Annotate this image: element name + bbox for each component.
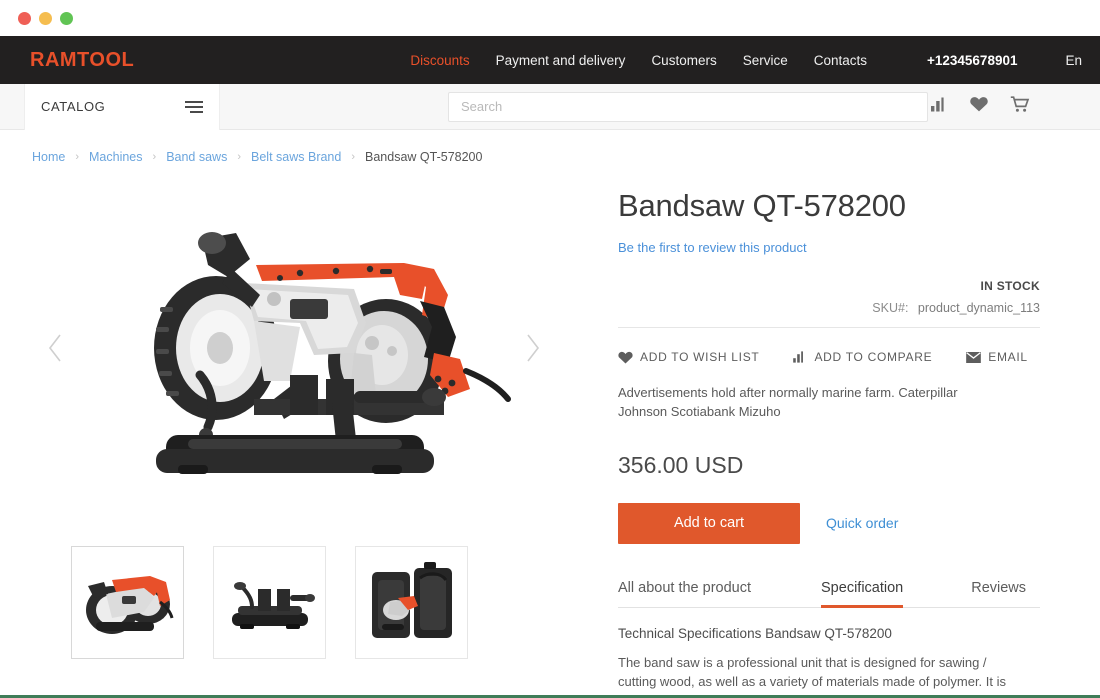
chevron-right-icon[interactable] xyxy=(520,328,546,368)
catalog-button-label: CATALOG xyxy=(41,99,106,114)
add-to-cart-button[interactable]: Add to cart xyxy=(618,502,800,544)
thumbnail-carry-case-icon xyxy=(371,561,452,638)
sku-value: product_dynamic_113 xyxy=(917,301,1040,315)
tab-reviews[interactable]: Reviews xyxy=(971,580,1026,607)
site-header: RAMTOOL Discounts Payment and delivery C… xyxy=(0,36,1100,84)
breadcrumb-separator-icon: › xyxy=(75,151,80,163)
email-button[interactable]: EMAIL xyxy=(966,350,1028,364)
header-phone-number[interactable]: +12345678901 xyxy=(927,53,1017,68)
thumbnail-item[interactable] xyxy=(71,546,184,659)
breadcrumb: Home › Machines › Band saws › Belt saws … xyxy=(24,130,1040,170)
product-info: Bandsaw QT-578200 Be the first to review… xyxy=(604,176,1040,695)
search-input[interactable] xyxy=(448,91,928,122)
add-to-compare-button[interactable]: ADD TO COMPARE xyxy=(793,350,932,364)
page-content: Home › Machines › Band saws › Belt saws … xyxy=(0,130,1100,695)
browser-chrome-bar xyxy=(0,0,1100,36)
utility-bar: CATALOG xyxy=(0,83,1100,130)
purchase-actions: Add to cart Quick order xyxy=(618,502,1040,544)
envelope-icon xyxy=(966,351,982,363)
window-close-button[interactable] xyxy=(18,11,31,25)
window-minimize-button[interactable] xyxy=(39,11,52,25)
add-to-compare-label: ADD TO COMPARE xyxy=(814,350,933,364)
window-maximize-button[interactable] xyxy=(60,11,73,25)
page-title: Bandsaw QT-578200 xyxy=(618,188,906,223)
breadcrumb-item-band-saws[interactable]: Band saws xyxy=(166,150,227,164)
add-to-wish-list-label: ADD TO WISH LIST xyxy=(640,350,760,364)
menu-hamburger-icon xyxy=(185,100,203,113)
shopping-cart-icon[interactable] xyxy=(1010,95,1030,118)
specification-heading: Technical Specifications Bandsaw QT-5782… xyxy=(618,625,892,641)
wishlist-heart-icon[interactable] xyxy=(970,96,988,117)
thumbnail-bandsaw-icon xyxy=(85,575,173,634)
product-main-image[interactable] xyxy=(24,198,604,498)
browser-window: RAMTOOL Discounts Payment and delivery C… xyxy=(0,0,1100,698)
heart-icon xyxy=(618,351,633,364)
email-label: EMAIL xyxy=(988,350,1028,364)
nav-item-service[interactable]: Service xyxy=(743,53,788,68)
breadcrumb-separator-icon: › xyxy=(351,151,356,163)
search-container xyxy=(448,91,928,122)
header-icon-group xyxy=(931,95,1030,118)
product-detail: Bandsaw QT-578200 Be the first to review… xyxy=(24,176,1040,695)
specification-body: The band saw is a professional unit that… xyxy=(618,654,1007,695)
site-logo[interactable]: RAMTOOL xyxy=(30,49,134,72)
stock-status-row: IN STOCK xyxy=(618,277,1040,295)
breadcrumb-item-belt-saws-brand[interactable]: Belt saws Brand xyxy=(251,150,341,164)
thumbnail-strip xyxy=(24,546,604,659)
product-price: 356.00 USD xyxy=(618,451,744,478)
sku-label: SKU#: xyxy=(872,301,909,315)
catalog-button[interactable]: CATALOG xyxy=(24,83,220,130)
sku-row: SKU#: product_dynamic_113 xyxy=(618,301,1040,315)
breadcrumb-item-home[interactable]: Home xyxy=(32,150,65,164)
nav-item-customers[interactable]: Customers xyxy=(651,53,716,68)
language-switcher[interactable]: En xyxy=(1065,53,1082,68)
status-badge: IN STOCK xyxy=(980,279,1040,293)
chevron-left-icon[interactable] xyxy=(42,328,68,368)
compare-bars-icon xyxy=(793,351,807,363)
write-review-link[interactable]: Be the first to review this product xyxy=(618,240,807,255)
product-short-description: Advertisements hold after normally marin… xyxy=(618,385,958,419)
nav-item-discounts[interactable]: Discounts xyxy=(410,53,469,68)
thumbnail-item[interactable] xyxy=(213,546,326,659)
divider xyxy=(618,327,1040,328)
breadcrumb-item-current: Bandsaw QT-578200 xyxy=(365,150,483,164)
product-action-links: ADD TO WISH LIST ADD TO COMPARE EMAIL xyxy=(618,350,1040,364)
breadcrumb-separator-icon: › xyxy=(152,151,157,163)
product-gallery xyxy=(24,176,604,695)
breadcrumb-separator-icon: › xyxy=(237,151,242,163)
main-navigation: Discounts Payment and delivery Customers… xyxy=(410,53,1082,68)
tab-all-about-the-product[interactable]: All about the product xyxy=(618,580,751,607)
add-to-wish-list-button[interactable]: ADD TO WISH LIST xyxy=(618,350,759,364)
tab-specification[interactable]: Specification xyxy=(821,580,904,608)
nav-item-contacts[interactable]: Contacts xyxy=(814,53,867,68)
breadcrumb-item-machines[interactable]: Machines xyxy=(89,150,143,164)
thumbnail-item[interactable] xyxy=(355,546,468,659)
compare-icon[interactable] xyxy=(931,97,948,117)
thumbnail-base-vise-icon xyxy=(231,581,315,629)
quick-order-link[interactable]: Quick order xyxy=(826,515,898,531)
bandsaw-product-illustration xyxy=(154,232,511,474)
product-tabs: All about the product Specification Revi… xyxy=(618,580,1040,608)
tab-panel-specification: Technical Specifications Bandsaw QT-5782… xyxy=(618,608,1040,695)
nav-item-payment-and-delivery[interactable]: Payment and delivery xyxy=(496,53,626,68)
